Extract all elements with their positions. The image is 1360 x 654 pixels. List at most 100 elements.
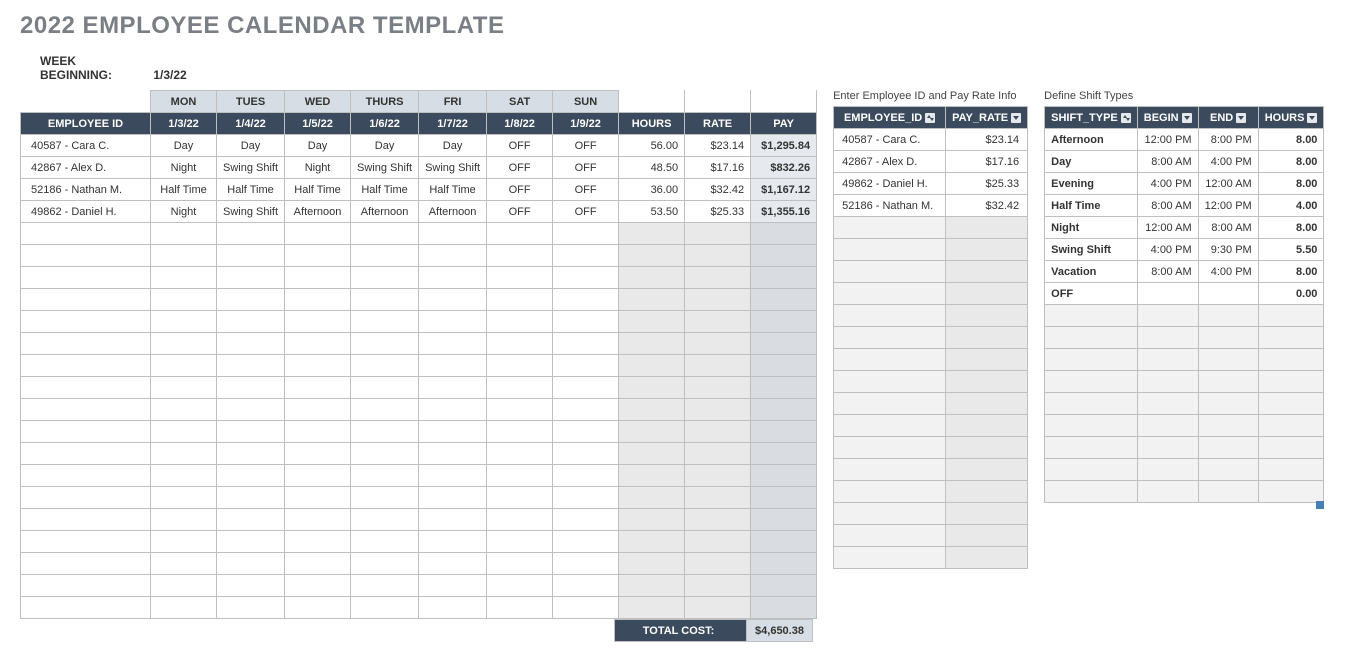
empinfo-row-empty[interactable] <box>834 217 1028 239</box>
cell-shift[interactable]: Afternoon <box>351 201 419 223</box>
empinfo-row-empty[interactable] <box>834 525 1028 547</box>
schedule-row[interactable]: 42867 - Alex D.NightSwing ShiftNightSwin… <box>21 157 817 179</box>
schedule-row-empty[interactable] <box>21 377 817 399</box>
cell-shift-type[interactable]: OFF <box>1045 283 1138 305</box>
schedule-row-empty[interactable] <box>21 575 817 597</box>
cell-shift[interactable]: Swing Shift <box>217 157 285 179</box>
cell-begin[interactable]: 12:00 AM <box>1137 217 1198 239</box>
cell-begin[interactable] <box>1137 283 1198 305</box>
cell-shift-type[interactable]: Half Time <box>1045 195 1138 217</box>
cell-shift[interactable]: Swing Shift <box>217 201 285 223</box>
table-resize-handle[interactable] <box>1316 501 1324 509</box>
cell-pay-rate[interactable]: $25.33 <box>946 173 1028 195</box>
cell-emp-id[interactable]: 49862 - Daniel H. <box>834 173 946 195</box>
header-date-2[interactable]: 1/5/22 <box>285 113 351 135</box>
schedule-row[interactable]: 52186 - Nathan M.Half TimeHalf TimeHalf … <box>21 179 817 201</box>
header-pay[interactable]: PAY <box>751 113 817 135</box>
cell-hours[interactable]: 8.00 <box>1258 173 1324 195</box>
cell-emp-id[interactable]: 40587 - Cara C. <box>834 129 946 151</box>
empinfo-row-empty[interactable] <box>834 459 1028 481</box>
cell-shift[interactable]: Afternoon <box>419 201 487 223</box>
empinfo-row-empty[interactable] <box>834 261 1028 283</box>
cell-shift[interactable]: Afternoon <box>285 201 351 223</box>
cell-end[interactable]: 4:00 PM <box>1198 151 1258 173</box>
empinfo-row-empty[interactable] <box>834 415 1028 437</box>
filter-icon[interactable] <box>1307 113 1317 123</box>
cell-begin[interactable]: 8:00 AM <box>1137 195 1198 217</box>
cell-pay-rate[interactable]: $17.16 <box>946 151 1028 173</box>
cell-shift[interactable]: Day <box>217 135 285 157</box>
shift-header-end[interactable]: END <box>1198 107 1258 129</box>
header-employee-id[interactable]: EMPLOYEE ID <box>21 113 151 135</box>
shift-header-type[interactable]: SHIFT_TYPE <box>1045 107 1138 129</box>
cell-shift[interactable]: OFF <box>553 179 619 201</box>
schedule-row-empty[interactable] <box>21 245 817 267</box>
cell-shift-type[interactable]: Swing Shift <box>1045 239 1138 261</box>
cell-shift[interactable]: Day <box>419 135 487 157</box>
empinfo-row-empty[interactable] <box>834 305 1028 327</box>
cell-begin[interactable]: 8:00 AM <box>1137 261 1198 283</box>
header-date-6[interactable]: 1/9/22 <box>553 113 619 135</box>
empinfo-row-empty[interactable] <box>834 239 1028 261</box>
schedule-row-empty[interactable] <box>21 289 817 311</box>
shift-row-empty[interactable] <box>1045 349 1324 371</box>
shift-row-empty[interactable] <box>1045 459 1324 481</box>
cell-shift[interactable]: OFF <box>487 135 553 157</box>
cell-shift[interactable]: Day <box>285 135 351 157</box>
cell-hours[interactable]: 4.00 <box>1258 195 1324 217</box>
filter-icon[interactable] <box>1182 113 1192 123</box>
shift-row[interactable]: Evening4:00 PM12:00 AM8.00 <box>1045 173 1324 195</box>
shift-row[interactable]: OFF0.00 <box>1045 283 1324 305</box>
shift-row-empty[interactable] <box>1045 305 1324 327</box>
cell-shift[interactable]: Night <box>285 157 351 179</box>
cell-end[interactable]: 9:30 PM <box>1198 239 1258 261</box>
shift-header-hours[interactable]: HOURS <box>1258 107 1324 129</box>
cell-shift[interactable]: Half Time <box>285 179 351 201</box>
header-date-3[interactable]: 1/6/22 <box>351 113 419 135</box>
shift-row[interactable]: Day8:00 AM4:00 PM8.00 <box>1045 151 1324 173</box>
empinfo-row-empty[interactable] <box>834 349 1028 371</box>
shift-row-empty[interactable] <box>1045 437 1324 459</box>
header-hours[interactable]: HOURS <box>619 113 685 135</box>
shift-row[interactable]: Night12:00 AM8:00 AM8.00 <box>1045 217 1324 239</box>
cell-employee[interactable]: 49862 - Daniel H. <box>21 201 151 223</box>
cell-end[interactable]: 12:00 AM <box>1198 173 1258 195</box>
cell-shift[interactable]: Day <box>151 135 217 157</box>
cell-shift[interactable]: Half Time <box>419 179 487 201</box>
cell-shift-type[interactable]: Night <box>1045 217 1138 239</box>
cell-shift[interactable]: Half Time <box>217 179 285 201</box>
employee-info-table[interactable]: EMPLOYEE_ID PAY_RATE 40587 - Cara C.$23.… <box>833 106 1028 569</box>
header-date-5[interactable]: 1/8/22 <box>487 113 553 135</box>
schedule-row-empty[interactable] <box>21 399 817 421</box>
header-date-1[interactable]: 1/4/22 <box>217 113 285 135</box>
shift-row[interactable]: Swing Shift4:00 PM9:30 PM5.50 <box>1045 239 1324 261</box>
schedule-row-empty[interactable] <box>21 311 817 333</box>
schedule-row-empty[interactable] <box>21 267 817 289</box>
cell-shift[interactable]: Night <box>151 157 217 179</box>
cell-employee[interactable]: 42867 - Alex D. <box>21 157 151 179</box>
cell-begin[interactable]: 4:00 PM <box>1137 239 1198 261</box>
schedule-row[interactable]: 40587 - Cara C.DayDayDayDayDayOFFOFF56.0… <box>21 135 817 157</box>
schedule-row-empty[interactable] <box>21 531 817 553</box>
empinfo-row-empty[interactable] <box>834 393 1028 415</box>
empinfo-row-empty[interactable] <box>834 371 1028 393</box>
cell-shift[interactable]: OFF <box>553 157 619 179</box>
cell-hours[interactable]: 5.50 <box>1258 239 1324 261</box>
empinfo-row[interactable]: 42867 - Alex D.$17.16 <box>834 151 1028 173</box>
cell-shift-type[interactable]: Day <box>1045 151 1138 173</box>
empinfo-row[interactable]: 40587 - Cara C.$23.14 <box>834 129 1028 151</box>
cell-pay-rate[interactable]: $32.42 <box>946 195 1028 217</box>
cell-employee[interactable]: 52186 - Nathan M. <box>21 179 151 201</box>
schedule-row[interactable]: 49862 - Daniel H.NightSwing ShiftAfterno… <box>21 201 817 223</box>
empinfo-row[interactable]: 52186 - Nathan M.$32.42 <box>834 195 1028 217</box>
schedule-row-empty[interactable] <box>21 487 817 509</box>
cell-shift[interactable]: Swing Shift <box>351 157 419 179</box>
shift-row-empty[interactable] <box>1045 415 1324 437</box>
cell-shift[interactable]: OFF <box>553 201 619 223</box>
shift-row[interactable]: Afternoon12:00 PM8:00 PM8.00 <box>1045 129 1324 151</box>
cell-hours[interactable]: 8.00 <box>1258 151 1324 173</box>
empinfo-row[interactable]: 49862 - Daniel H.$25.33 <box>834 173 1028 195</box>
cell-begin[interactable]: 4:00 PM <box>1137 173 1198 195</box>
cell-employee[interactable]: 40587 - Cara C. <box>21 135 151 157</box>
cell-begin[interactable]: 8:00 AM <box>1137 151 1198 173</box>
